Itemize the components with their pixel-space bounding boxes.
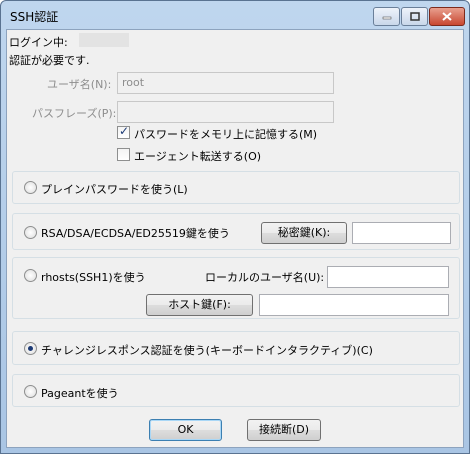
host-key-button[interactable]: ホスト鍵(F): <box>146 294 253 316</box>
plain-password-group: プレインパスワードを使う(L) <box>12 171 460 204</box>
disconnect-button[interactable]: 接続断(D) <box>247 419 321 441</box>
username-field[interactable]: root <box>117 72 334 94</box>
close-button[interactable] <box>429 7 465 26</box>
plain-password-radio[interactable] <box>24 181 37 194</box>
rsa-key-group: RSA/DSA/ECDSA/ED25519鍵を使う 秘密鍵(K): <box>12 213 460 250</box>
rhosts-group: rhosts(SSH1)を使う ローカルのユーザ名(U): ホスト鍵(F): <box>12 257 460 319</box>
agent-forwarding-label[interactable]: エージェント転送する(O) <box>134 148 261 164</box>
challenge-response-label[interactable]: チャレンジレスポンス認証を使う(キーボードインタラクティブ)(C) <box>41 342 373 358</box>
challenge-response-radio[interactable] <box>24 342 37 355</box>
username-label: ユーザ名(N): <box>47 78 112 91</box>
title-bar[interactable]: SSH認証 <box>1 1 469 29</box>
remember-password-checkbox[interactable] <box>117 124 130 139</box>
agent-forwarding-checkbox[interactable] <box>117 148 130 161</box>
local-user-label: ローカルのユーザ名(U): <box>205 271 325 284</box>
close-icon <box>442 12 452 21</box>
remember-password-label[interactable]: パスワードをメモリ上に記憶する(M) <box>134 126 317 142</box>
minimize-button[interactable] <box>373 7 400 26</box>
maximize-icon <box>409 12 420 21</box>
plain-password-label[interactable]: プレインパスワードを使う(L) <box>41 181 188 197</box>
rhosts-label[interactable]: rhosts(SSH1)を使う <box>41 269 146 285</box>
auth-required-text: 認証が必要です. <box>9 54 90 67</box>
rhosts-radio[interactable] <box>24 269 37 282</box>
window-title: SSH認証 <box>10 10 59 24</box>
pageant-label[interactable]: Pageantを使う <box>41 385 119 401</box>
minimize-icon <box>382 16 391 19</box>
dialog-body: ログイン中: 認証が必要です. ユーザ名(N): root パスフレーズ(P):… <box>6 29 464 448</box>
pageant-group: Pageantを使う <box>12 374 460 407</box>
host-key-field[interactable] <box>259 294 449 316</box>
ok-button[interactable]: OK <box>149 419 222 441</box>
local-user-field[interactable] <box>327 266 449 288</box>
passphrase-label: パスフレーズ(P): <box>32 107 117 120</box>
private-key-field[interactable] <box>352 222 451 244</box>
pageant-radio[interactable] <box>24 385 37 398</box>
redacted-host <box>79 33 129 47</box>
challenge-response-group: チャレンジレスポンス認証を使う(キーボードインタラクティブ)(C) <box>12 331 460 365</box>
rsa-key-radio[interactable] <box>24 226 37 239</box>
maximize-button[interactable] <box>401 7 428 26</box>
rsa-key-label[interactable]: RSA/DSA/ECDSA/ED25519鍵を使う <box>41 225 230 241</box>
passphrase-field[interactable] <box>117 101 334 123</box>
logged-in-label: ログイン中: <box>9 36 68 49</box>
private-key-button[interactable]: 秘密鍵(K): <box>261 222 347 244</box>
ssh-auth-window: SSH認証 ログイン中: 認証が必要です. ユーザ名(N): root パスフレ… <box>0 0 470 454</box>
